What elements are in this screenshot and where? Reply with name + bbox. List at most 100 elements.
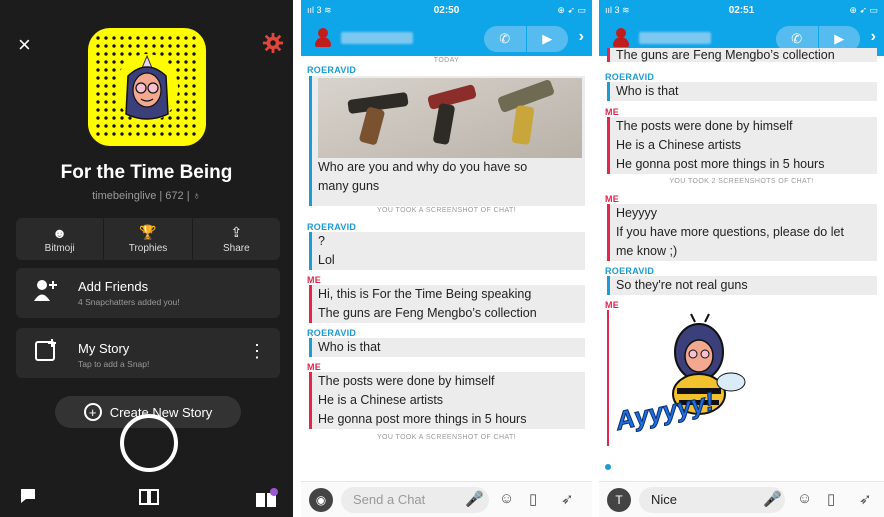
bee-sticker[interactable]: Ayyyyy!: [612, 312, 755, 442]
my-story-title: My Story: [78, 341, 130, 356]
message-line: So they're not real guns: [616, 278, 748, 292]
profile-actions: ☻ Bitmoji 🏆 Trophies ⇪ Share: [16, 218, 280, 260]
add-friends-card[interactable]: Add Friends 4 Snapchatters added you!: [16, 268, 280, 318]
message-line: Hi, this is For the Time Being speaking: [318, 287, 532, 301]
clock: 02:50: [433, 5, 460, 16]
battery-indicator: ⊕ ➹ ▭: [557, 5, 586, 15]
bitmoji-avatar-icon[interactable]: [613, 28, 629, 48]
message-bubble[interactable]: The posts were done by himself He is a C…: [607, 117, 877, 174]
date-divider: TODAY: [433, 57, 460, 64]
bitmoji-avatar-icon[interactable]: [315, 28, 331, 48]
add-friends-subtitle: 4 Snapchatters added you!: [78, 297, 180, 307]
message-bubble[interactable]: Who is that: [607, 82, 877, 101]
message-line: The guns are Feng Mengbo’s collection: [318, 306, 537, 320]
message-line: many guns: [318, 179, 380, 193]
message-bubble[interactable]: The guns are Feng Mengbo’s collection: [607, 48, 877, 62]
chat-nav-icon[interactable]: [20, 488, 36, 509]
chat-panel-1: ııl 3 ≋ 02:50 ⊕ ➹ ▭ ✆ ▶ › TODAY ROERAVID…: [301, 0, 592, 517]
sender-label: ME: [605, 300, 620, 310]
rocket-icon[interactable]: ➶: [561, 490, 574, 508]
my-story-subtitle: Tap to add a Snap!: [78, 359, 150, 369]
message-line: He is a Chinese artists: [318, 393, 444, 407]
screenshot-notice: YOU TOOK A SCREENSHOT OF CHAT!: [376, 207, 517, 214]
sender-label: ROERAVID: [307, 65, 357, 75]
typing-dot: [605, 464, 611, 470]
message-line: me know ;): [616, 244, 678, 258]
message-line: Lol: [318, 253, 335, 267]
bitmoji-icon: ☻: [52, 224, 68, 241]
more-options-icon[interactable]: ⋮: [248, 341, 266, 362]
share-button[interactable]: ⇪ Share: [193, 218, 280, 260]
phone-icon[interactable]: ✆: [484, 26, 527, 52]
bitmoji-button[interactable]: ☻ Bitmoji: [16, 218, 105, 260]
message-line: The posts were done by himself: [616, 119, 793, 133]
stories-nav-icon[interactable]: [138, 488, 160, 511]
call-controls: ✆ ▶: [484, 26, 568, 52]
message-line: Heyyyy: [616, 206, 657, 220]
rocket-icon[interactable]: ➶: [859, 490, 872, 508]
message-bubble[interactable]: Who is that: [309, 338, 585, 357]
emoji-icon[interactable]: ☺: [499, 490, 514, 507]
gear-icon[interactable]: [262, 32, 284, 54]
message-bubble[interactable]: Heyyyy If you have more questions, pleas…: [607, 204, 877, 261]
camera-icon[interactable]: ◉: [309, 488, 333, 512]
sender-label: ROERAVID: [605, 72, 655, 82]
message-bubble[interactable]: Who are you and why do you have so many …: [309, 76, 585, 206]
microphone-icon[interactable]: 🎤: [763, 490, 782, 508]
sender-label: ROERAVID: [605, 266, 655, 276]
sticker-border: [607, 310, 609, 446]
chevron-right-icon[interactable]: ›: [579, 28, 584, 46]
microphone-icon[interactable]: 🎤: [465, 490, 484, 508]
capture-button[interactable]: [120, 414, 178, 472]
chat-input-bar: ◉ Send a Chat 🎤 ☺ ▯ ➶: [301, 481, 592, 517]
chat-input-bar: T Nice 🎤 ☺ ▯ ➶: [599, 481, 884, 517]
gun-photo[interactable]: [318, 78, 582, 158]
message-bubble[interactable]: Hi, this is For the Time Being speaking …: [309, 285, 585, 323]
message-list[interactable]: The guns are Feng Mengbo’s collection RO…: [599, 48, 884, 481]
message-bubble[interactable]: The posts were done by himself He is a C…: [309, 372, 585, 429]
status-bar: ııl 3 ≋ 02:51 ⊕ ➹ ▭: [599, 0, 884, 22]
battery-indicator: ⊕ ➹ ▭: [849, 5, 878, 15]
trophies-button[interactable]: 🏆 Trophies: [104, 218, 193, 260]
close-icon[interactable]: ×: [18, 32, 31, 58]
discover-nav-icon[interactable]: [255, 488, 279, 513]
snapcode[interactable]: [88, 28, 206, 146]
trophies-label: Trophies: [128, 243, 168, 254]
text-format-icon[interactable]: T: [607, 488, 631, 512]
share-icon: ⇪: [230, 224, 243, 240]
message-line: He gonna post more things in 5 hours: [616, 157, 825, 171]
sticker-icon[interactable]: ▯: [827, 490, 835, 508]
profile-panel: × For the Time Being timebeinglive | 672…: [0, 0, 293, 517]
message-line: The posts were done by himself: [318, 374, 495, 388]
bitmoji-label: Bitmoji: [44, 242, 75, 254]
clock: 02:51: [728, 5, 755, 16]
message-line: He gonna post more things in 5 hours: [318, 412, 527, 426]
chevron-right-icon[interactable]: ›: [871, 28, 876, 46]
message-bubble[interactable]: ? Lol: [309, 232, 585, 270]
message-line: The guns are Feng Mengbo’s collection: [616, 48, 835, 62]
screenshot-notice: YOU TOOK 2 SCREENSHOTS OF CHAT!: [669, 178, 814, 185]
add-friend-icon: [34, 279, 58, 307]
sender-label: ME: [307, 275, 322, 285]
add-story-icon: [34, 338, 58, 368]
add-friends-title: Add Friends: [78, 279, 149, 294]
sender-label: ROERAVID: [307, 222, 357, 232]
message-line: He is a Chinese artists: [616, 138, 742, 152]
bitmoji-avatar: [116, 54, 178, 122]
my-story-card[interactable]: My Story Tap to add a Snap! ⋮: [16, 328, 280, 378]
display-name: For the Time Being: [60, 162, 233, 183]
message-line: Who is that: [616, 84, 679, 98]
message-line: Who are you and why do you have so: [318, 160, 528, 174]
message-line: ?: [318, 234, 325, 248]
message-bubble[interactable]: So they're not real guns: [607, 276, 877, 295]
video-icon[interactable]: ▶: [527, 26, 569, 52]
trophy-icon: 🏆: [139, 224, 157, 240]
message-line: If you have more questions, please do le…: [616, 225, 844, 239]
contact-name-redacted[interactable]: [341, 32, 413, 44]
status-bar: ııl 3 ≋ 02:50 ⊕ ➹ ▭: [301, 0, 592, 22]
screenshot-notice: YOU TOOK A SCREENSHOT OF CHAT!: [376, 434, 517, 441]
contact-name-redacted[interactable]: [639, 32, 711, 44]
emoji-icon[interactable]: ☺: [797, 490, 812, 507]
sticker-icon[interactable]: ▯: [529, 490, 537, 508]
message-list[interactable]: TODAY ROERAVID Who are you and why do yo…: [301, 56, 592, 481]
